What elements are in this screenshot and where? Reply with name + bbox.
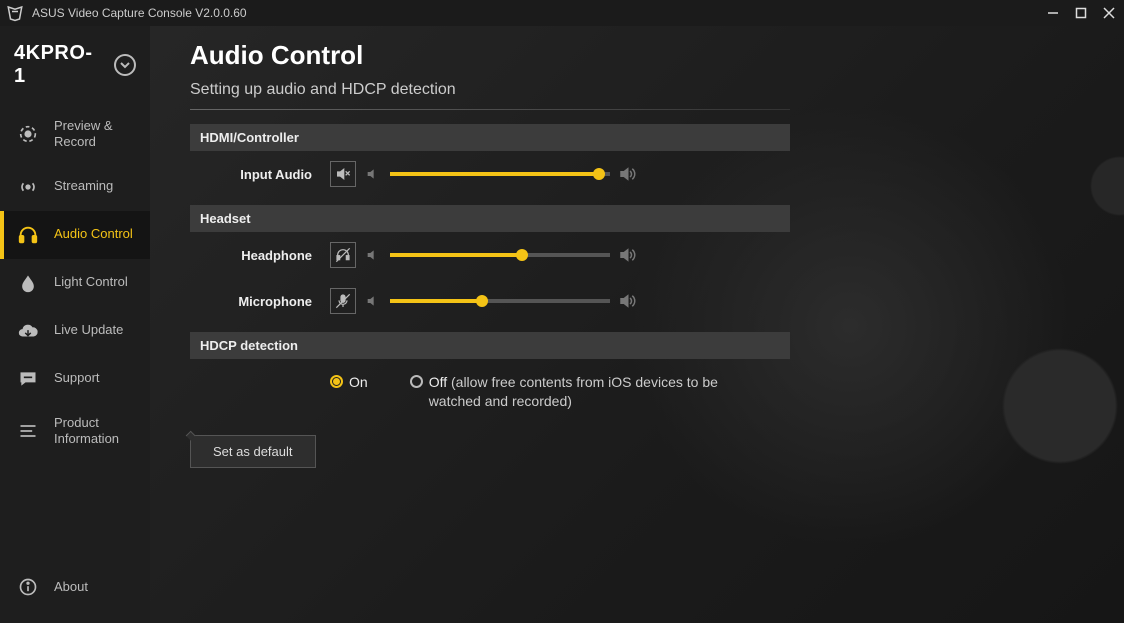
- sidebar-item-label: Preview & Record: [54, 118, 140, 151]
- set-as-default-button[interactable]: Set as default: [190, 435, 316, 468]
- stream-icon: [16, 175, 40, 199]
- volume-high-icon: [618, 292, 636, 310]
- radio-icon: [410, 375, 423, 388]
- hdcp-radio-on[interactable]: On: [330, 373, 368, 392]
- list-icon: [16, 419, 40, 443]
- record-icon: [16, 122, 40, 146]
- section-hdcp: HDCP detection On Off (allow free conten…: [190, 332, 790, 411]
- volume-low-icon: [364, 165, 382, 183]
- row-microphone: Microphone: [190, 278, 790, 324]
- sidebar-item-label: Streaming: [54, 178, 113, 194]
- sidebar-item-label: Live Update: [54, 322, 123, 338]
- radio-label: On: [349, 373, 368, 392]
- sidebar-item-about[interactable]: About: [0, 563, 150, 611]
- divider: [190, 109, 790, 110]
- headphone-slider[interactable]: [390, 253, 610, 257]
- maximize-button[interactable]: [1072, 4, 1090, 22]
- microphone-slider[interactable]: [390, 299, 610, 303]
- cloud-download-icon: [16, 319, 40, 343]
- window-title: ASUS Video Capture Console V2.0.0.60: [32, 6, 1034, 20]
- sidebar-item-streaming[interactable]: Streaming: [0, 163, 150, 211]
- main-panel: Audio Control Setting up audio and HDCP …: [150, 26, 1124, 623]
- sidebar-item-label: Light Control: [54, 274, 128, 290]
- sidebar-item-product-info[interactable]: Product Information: [0, 403, 150, 460]
- section-header: HDCP detection: [190, 332, 790, 359]
- section-header: HDMI/Controller: [190, 124, 790, 151]
- sidebar-item-label: Support: [54, 370, 100, 386]
- minimize-button[interactable]: [1044, 4, 1062, 22]
- device-switcher[interactable]: 4KPRO-1: [0, 32, 150, 106]
- sidebar-item-audio-control[interactable]: Audio Control: [0, 211, 150, 259]
- radio-label: Off (allow free contents from iOS device…: [429, 373, 748, 411]
- page-subtitle: Setting up audio and HDCP detection: [190, 81, 1094, 99]
- close-button[interactable]: [1100, 4, 1118, 22]
- chevron-down-icon: [114, 54, 136, 76]
- row-input-audio: Input Audio: [190, 151, 790, 197]
- page-title: Audio Control: [190, 40, 1094, 71]
- window-titlebar: ASUS Video Capture Console V2.0.0.60: [0, 0, 1124, 26]
- droplet-icon: [16, 271, 40, 295]
- info-icon: [16, 575, 40, 599]
- sidebar: 4KPRO-1 Preview & Record: [0, 26, 150, 623]
- input-audio-slider[interactable]: [390, 172, 610, 176]
- volume-high-icon: [618, 165, 636, 183]
- section-header: Headset: [190, 205, 790, 232]
- headphones-icon: [16, 223, 40, 247]
- sidebar-item-light-control[interactable]: Light Control: [0, 259, 150, 307]
- microphone-label: Microphone: [185, 294, 330, 309]
- sidebar-item-preview-record[interactable]: Preview & Record: [0, 106, 150, 163]
- sidebar-item-live-update[interactable]: Live Update: [0, 307, 150, 355]
- section-hdmi: HDMI/Controller Input Audio: [190, 124, 790, 197]
- headphone-mute-toggle[interactable]: [330, 242, 356, 268]
- input-audio-label: Input Audio: [185, 167, 330, 182]
- sidebar-item-support[interactable]: Support: [0, 355, 150, 403]
- sidebar-item-label: Audio Control: [54, 226, 133, 242]
- volume-low-icon: [364, 292, 382, 310]
- volume-high-icon: [618, 246, 636, 264]
- hdcp-radio-off[interactable]: Off (allow free contents from iOS device…: [410, 373, 748, 411]
- mute-toggle[interactable]: [330, 161, 356, 187]
- row-headphone: Headphone: [190, 232, 790, 278]
- radio-icon: [330, 375, 343, 388]
- chat-icon: [16, 367, 40, 391]
- volume-low-icon: [364, 246, 382, 264]
- tuf-logo-icon: [6, 4, 24, 22]
- device-name: 4KPRO-1: [14, 42, 104, 88]
- microphone-mute-toggle[interactable]: [330, 288, 356, 314]
- headphone-label: Headphone: [185, 248, 330, 263]
- sidebar-item-label: Product Information: [54, 415, 140, 448]
- section-headset: Headset Headphone: [190, 205, 790, 324]
- sidebar-item-label: About: [54, 579, 88, 595]
